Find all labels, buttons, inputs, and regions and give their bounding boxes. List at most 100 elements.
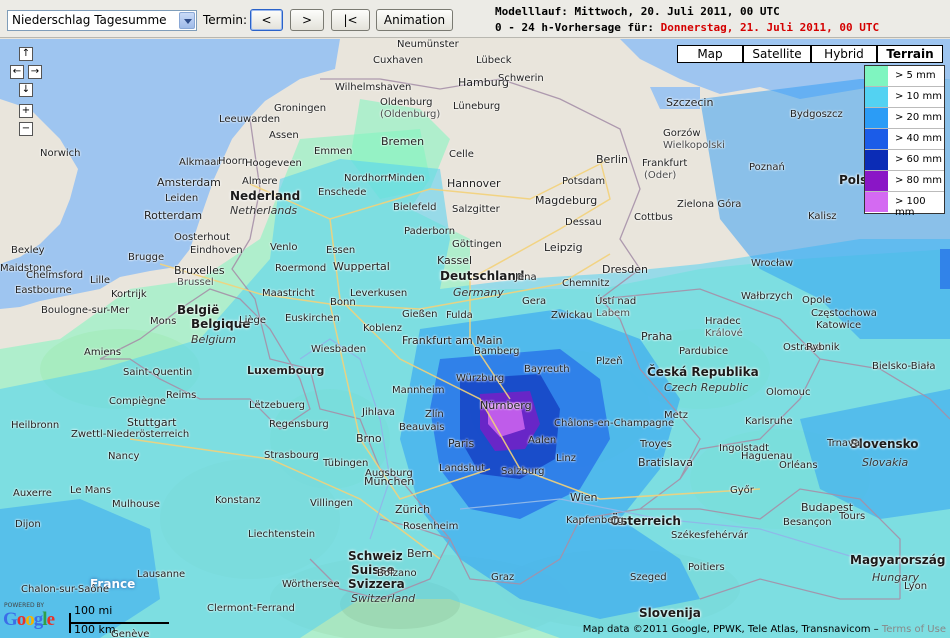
city-label: Brno [356,432,382,445]
city-label: Wiesbaden [311,344,367,355]
city-label: Orléans [779,460,818,471]
city-label: Minden [388,173,425,184]
legend-row: > 5 mm [865,66,944,87]
city-label: Frankfurt [642,158,688,169]
city-label: Gera [522,296,547,307]
city-label: Villingen [310,498,353,509]
city-label: Wien [570,491,598,504]
city-label: Maastricht [262,288,315,299]
city-label: Neumünster [397,39,459,50]
product-select-value: Niederschlag Tagesumme [12,13,167,27]
city-label: Dresden [602,263,648,276]
city-label: Brussel [177,277,214,288]
forecast-date: Donnerstag, 21. Juli 2011, 00 UTC [660,21,880,34]
map-type-terrain[interactable]: Terrain [877,45,943,63]
city-label: Amsterdam [157,176,221,189]
city-label: Châlons-en-Champagne [554,418,675,429]
city-label: Székesfehérvár [671,530,748,541]
toolbar: Niederschlag Tagesumme Termin: < > |< An… [0,0,950,38]
city-label: Wielkopolski [663,140,725,151]
city-label: Poitiers [688,562,725,573]
city-label: Wałbrzych [741,291,793,302]
city-label: Regensburg [269,419,329,430]
city-label: Plzeň [596,356,623,367]
animation-button[interactable]: Animation [376,9,453,31]
city-label: Assen [269,130,299,141]
city-label: Amiens [84,347,122,358]
country-label: Nederland [230,189,301,203]
country-sublabel: Germany [453,286,504,299]
city-label: Enschede [318,187,367,198]
next-button[interactable]: > [290,9,324,31]
zoom-in-button[interactable]: + [19,104,33,118]
product-select[interactable]: Niederschlag Tagesumme [7,10,197,31]
city-label: Almere [242,176,278,187]
legend-label: > 20 mm [895,112,942,123]
city-label: Salzburg [501,466,545,477]
city-label: Paderborn [404,226,456,237]
country-sublabel: Netherlands [230,204,298,217]
map-type-hybrid[interactable]: Hybrid [811,45,877,63]
city-label: Göttingen [452,239,502,250]
city-label: Rotterdam [144,209,203,222]
google-logo[interactable]: Google [3,609,55,631]
city-label: Bruxelles [174,264,225,277]
legend-swatch [865,171,888,191]
city-label: Rosenheim [403,521,459,532]
city-label: Oosterhout [174,232,230,243]
city-label: Paris [448,437,475,450]
city-label: Chelmsford [26,270,84,281]
city-label: Lausanne [137,569,186,580]
city-label: Gorzów [663,128,701,139]
map-type-map[interactable]: Map [677,45,743,63]
pan-up-button[interactable]: ↑ [19,47,33,61]
city-label: Stuttgart [127,416,177,429]
city-label: Norwich [40,148,81,159]
city-label: Lübeck [476,55,512,66]
chevron-down-icon[interactable] [179,12,195,29]
city-label: Lëtzebuerg [249,400,305,411]
city-label: Aalen [528,435,557,446]
city-label: Zwickau [551,310,593,321]
zoom-out-button[interactable]: − [19,122,33,136]
first-button[interactable]: |< [331,9,370,31]
city-label: Linz [556,453,576,464]
legend-row: > 10 mm [865,87,944,108]
city-label: München [364,475,415,488]
country-sublabel: Czech Republic [664,381,749,394]
city-label: Gießen [402,309,438,320]
city-label: Leverkusen [350,288,408,299]
city-label: Le Mans [70,485,112,496]
legend-row: > 80 mm [865,171,944,192]
city-label: Hannover [447,177,501,190]
prev-button[interactable]: < [250,9,283,31]
city-label: Berlin [596,153,628,166]
terms-link[interactable]: Terms of Use [882,624,946,635]
city-label: Jena [515,272,537,283]
pan-left-button[interactable]: ← [10,65,24,79]
city-label: Bremen [381,135,425,148]
city-label: Kassel [437,254,473,267]
country-sublabel: Switzerland [351,592,416,605]
city-label: Cottbus [634,212,673,223]
city-label: Nordhorn [344,173,391,184]
city-label: Olomouc [766,387,811,398]
city-label: (Oldenburg) [380,109,441,120]
country-label: Magyarország [850,553,946,567]
scale-miles: 100 mi [74,604,113,617]
map-canvas[interactable]: Nederland Netherlands België Belgique Be… [0,39,950,638]
city-label: Troyes [640,439,672,450]
city-label: Szczecin [666,96,714,109]
city-label: Praha [641,330,673,343]
city-label: Wuppertal [333,260,390,273]
map-type-satellite[interactable]: Satellite [743,45,811,63]
city-label: Würzburg [456,373,505,384]
city-label: Szeged [630,572,667,583]
pan-down-button[interactable]: ↓ [19,83,33,97]
legend-row: > 20 mm [865,108,944,129]
country-sublabel: Belgium [191,333,237,346]
pan-right-button[interactable]: → [28,65,42,79]
city-label: Koblenz [363,323,403,334]
city-label: Cuxhaven [373,55,424,66]
city-label: Kapfenberg [566,515,624,526]
